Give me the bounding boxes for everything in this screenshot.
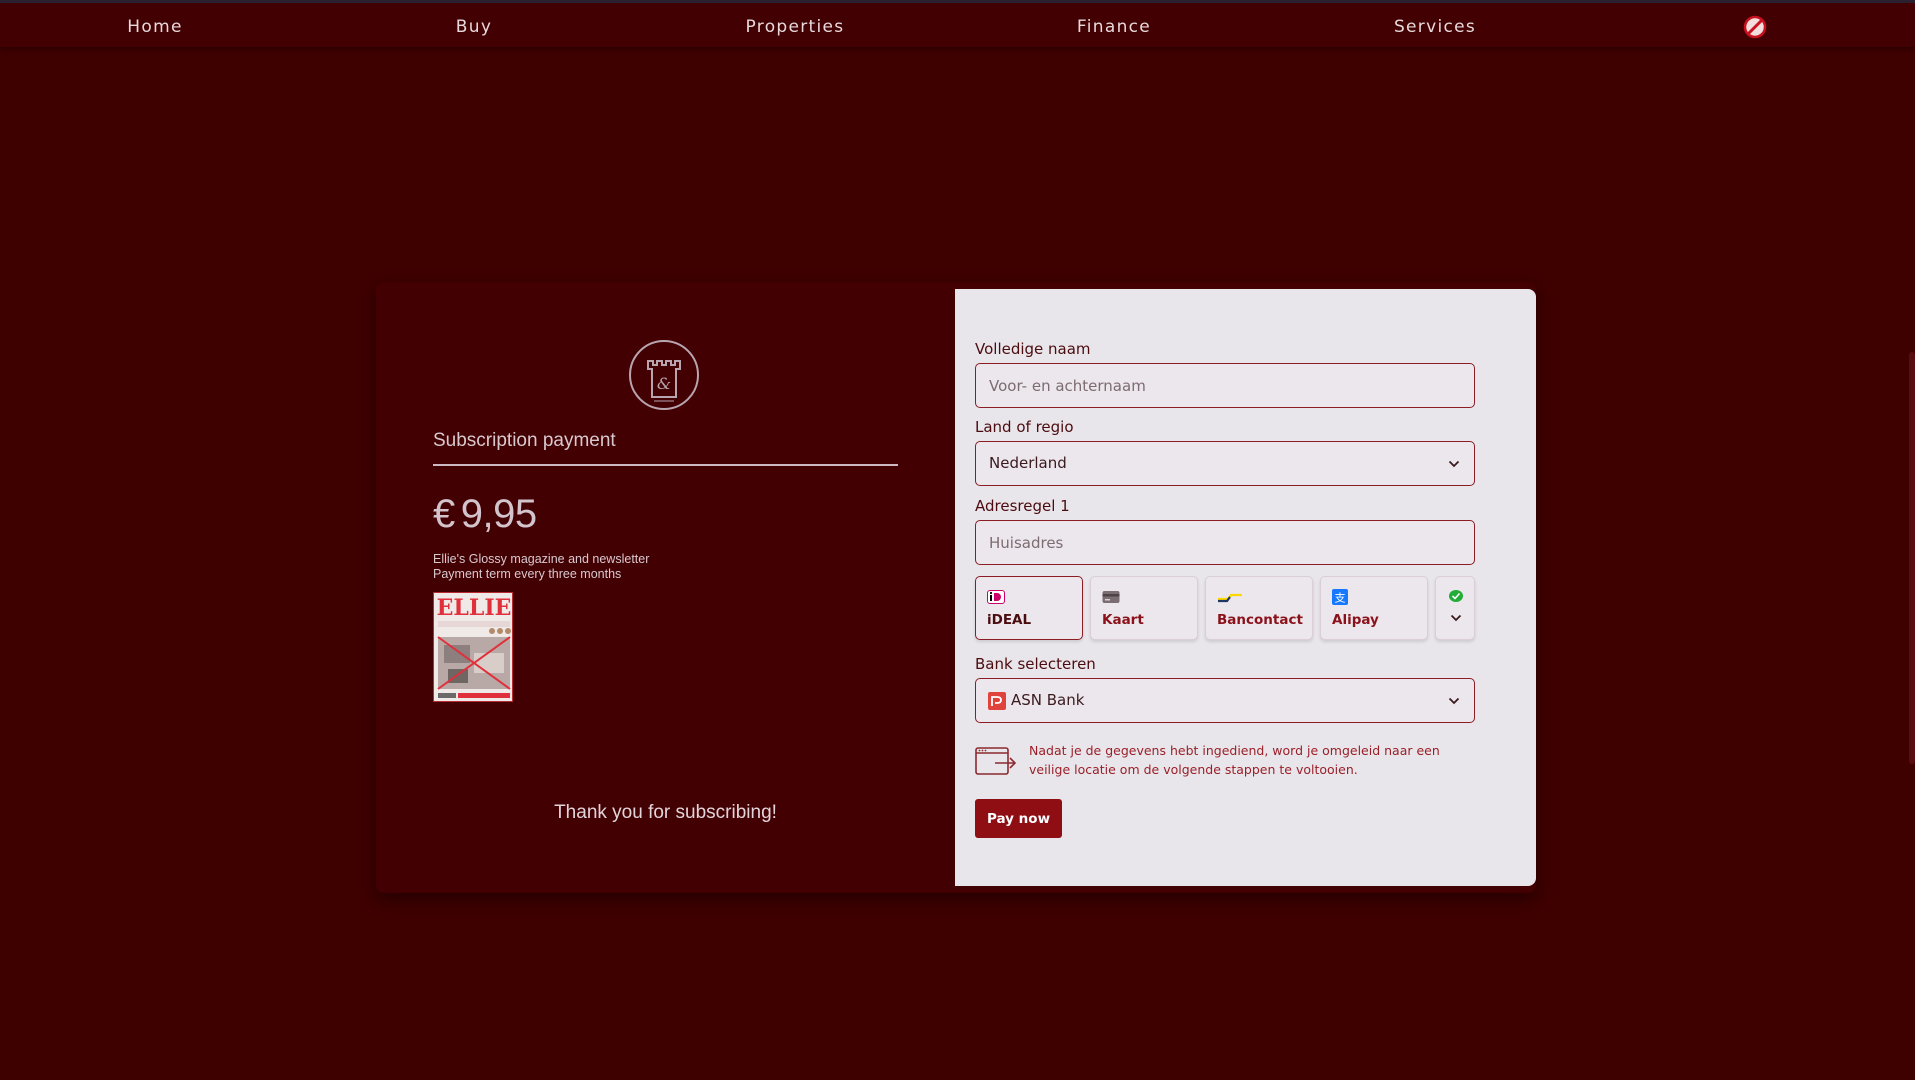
svg-text:支: 支: [1335, 592, 1346, 605]
payment-card: & Subscription payment €9,95 Ellie's Glo…: [376, 282, 1536, 893]
payment-method-alipay[interactable]: 支 Alipay: [1320, 576, 1428, 640]
nav-services[interactable]: Services: [1370, 13, 1500, 41]
address-label: Adresregel 1: [975, 497, 1070, 515]
wechat-pay-icon: [1449, 590, 1463, 602]
order-summary: & Subscription payment €9,95 Ellie's Glo…: [376, 282, 955, 893]
bank-value: ASN Bank: [1011, 691, 1085, 709]
bancontact-label: Bancontact: [1217, 612, 1303, 628]
bancontact-icon: [1218, 593, 1242, 603]
asn-bank-icon: [988, 692, 1006, 710]
redirect-info-text: Nadat je de gegevens hebt ingediend, wor…: [1029, 743, 1440, 777]
scrollbar[interactable]: [1909, 352, 1915, 764]
name-label: Volledige naam: [975, 340, 1091, 358]
castle-logo-icon: &: [629, 340, 699, 410]
svg-text:&: &: [657, 374, 671, 393]
chevron-down-icon: [1448, 460, 1460, 468]
country-select[interactable]: Nederland: [975, 441, 1475, 486]
subscription-description: Ellie's Glossy magazine and newsletter P…: [433, 552, 649, 582]
top-navigation: Home Buy Properties Finance Services: [0, 0, 1915, 47]
alipay-icon: 支: [1332, 589, 1348, 605]
pay-now-button[interactable]: Pay now: [975, 799, 1062, 838]
chevron-down-icon: [1448, 697, 1460, 705]
address-input[interactable]: [976, 521, 1474, 564]
bank-label: Bank selecteren: [975, 655, 1096, 673]
name-field[interactable]: [975, 363, 1475, 408]
country-label: Land of regio: [975, 418, 1074, 436]
payment-method-bancontact[interactable]: Bancontact: [1205, 576, 1313, 640]
chevron-down-icon: [1450, 614, 1462, 622]
ideal-icon: [987, 590, 1005, 604]
payment-method-card[interactable]: Kaart: [1090, 576, 1198, 640]
blocked-icon[interactable]: [1743, 15, 1767, 39]
more-payment-methods-button[interactable]: [1435, 576, 1475, 640]
payment-method-ideal[interactable]: iDEAL: [975, 576, 1083, 640]
description-line-1: Ellie's Glossy magazine and newsletter: [433, 552, 650, 566]
payment-form: Volledige naam Land of regio Nederland A…: [955, 289, 1536, 886]
nav-finance[interactable]: Finance: [1049, 13, 1179, 41]
cover-brand: ELLIE: [437, 595, 512, 621]
redirect-icon: [975, 747, 1017, 775]
thank-you-message: Thank you for subscribing!: [554, 802, 777, 823]
price-currency: €: [433, 492, 455, 536]
card-label: Kaart: [1102, 612, 1144, 628]
address-field[interactable]: [975, 520, 1475, 565]
alipay-label: Alipay: [1332, 612, 1379, 628]
card-icon: [1102, 591, 1120, 603]
name-input[interactable]: [976, 364, 1474, 407]
description-line-2: Payment term every three months: [433, 567, 622, 581]
nav-buy[interactable]: Buy: [424, 13, 524, 41]
nav-home[interactable]: Home: [105, 13, 205, 41]
price-amount: 9,95: [460, 492, 537, 536]
ideal-label: iDEAL: [987, 612, 1032, 628]
magazine-cover-image: ELLIE: [433, 592, 513, 702]
country-value: Nederland: [989, 454, 1067, 472]
subscription-title: Subscription payment: [433, 430, 898, 466]
magazine-cover-art: ELLIE: [434, 593, 512, 701]
bank-select[interactable]: ASN Bank: [975, 678, 1475, 723]
price: €9,95: [433, 492, 537, 537]
nav-properties[interactable]: Properties: [720, 13, 870, 41]
